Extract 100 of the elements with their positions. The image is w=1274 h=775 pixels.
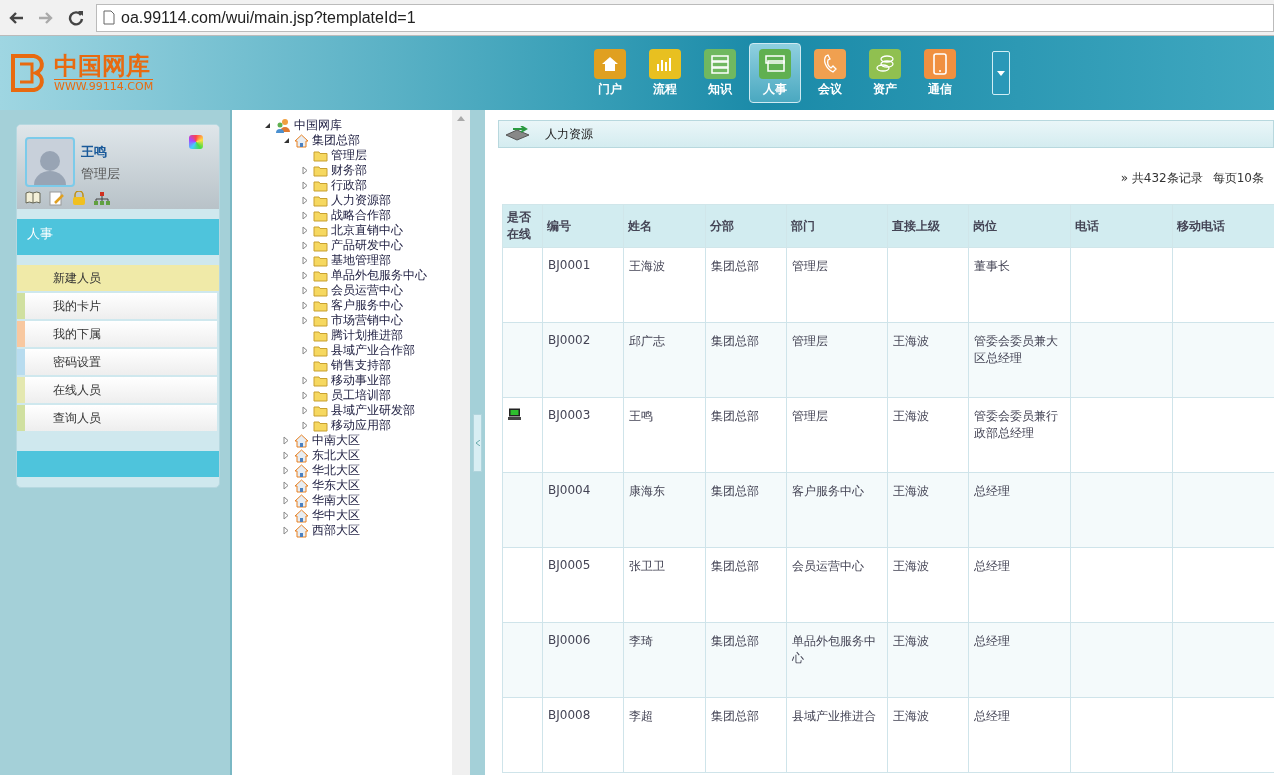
folder-icon xyxy=(313,194,328,207)
tree-node[interactable]: 会员运营中心 xyxy=(331,282,403,299)
tree-node[interactable]: 客户服务中心 xyxy=(331,297,403,314)
tree-node[interactable]: 移动应用部 xyxy=(331,417,391,434)
org-chart-icon[interactable] xyxy=(94,191,110,206)
table-cell: 集团总部 xyxy=(711,634,759,648)
folder-icon xyxy=(313,164,328,177)
edit-icon[interactable] xyxy=(49,191,64,206)
folder-icon xyxy=(313,179,328,192)
table-cell: BJ0003 xyxy=(548,408,591,422)
tree-node[interactable]: 县域产业合作部 xyxy=(331,342,415,359)
folder-icon xyxy=(313,224,328,237)
nav-tab[interactable]: 资产 xyxy=(859,43,911,103)
house-icon xyxy=(294,448,309,463)
sidebar-item[interactable]: 新建人员 xyxy=(17,265,219,291)
tree-node[interactable]: 华中大区 xyxy=(312,507,360,524)
tree-node[interactable]: 华南大区 xyxy=(312,492,360,509)
book-icon[interactable] xyxy=(25,191,41,204)
column-header[interactable]: 移动电话 xyxy=(1172,204,1274,248)
sidebar-item[interactable]: 查询人员 xyxy=(17,405,217,431)
tree-node[interactable]: 集团总部 xyxy=(312,132,360,149)
nav-tab[interactable]: 知识 xyxy=(694,43,746,103)
column-header[interactable]: 姓名 xyxy=(623,204,706,248)
tree-node[interactable]: 人力资源部 xyxy=(331,192,391,209)
column-header[interactable]: 编号 xyxy=(542,204,624,248)
more-button[interactable] xyxy=(992,51,1010,95)
tree-node[interactable]: 东北大区 xyxy=(312,447,360,464)
scrollbar[interactable] xyxy=(452,110,470,775)
tree-node[interactable]: 员工培训部 xyxy=(331,387,391,404)
table-cell: 李琦 xyxy=(629,634,653,648)
scroll-up-icon[interactable] xyxy=(457,116,465,121)
folder-icon xyxy=(313,419,328,432)
table-cell: 单品外包服务中心 xyxy=(792,634,876,665)
theme-color-icon[interactable] xyxy=(189,135,203,149)
table-cell: BJ0008 xyxy=(548,708,591,722)
tree-node[interactable]: 产品研发中心 xyxy=(331,237,403,254)
section-title: 人力资源 xyxy=(545,125,593,143)
tree-node[interactable]: 中国网库 xyxy=(294,117,342,134)
nav-tab[interactable]: 通信 xyxy=(914,43,966,103)
tree-node[interactable]: 单品外包服务中心 xyxy=(331,267,427,284)
expanded-arrow-icon[interactable] xyxy=(282,137,290,144)
table-cell: 李超 xyxy=(629,709,653,723)
tree-node[interactable]: 市场营销中心 xyxy=(331,312,403,329)
tree-node[interactable]: 县域产业研发部 xyxy=(331,402,415,419)
collapsed-arrow-icon[interactable] xyxy=(302,346,308,355)
folder-icon xyxy=(313,314,328,327)
tree-node[interactable]: 西部大区 xyxy=(312,522,360,539)
folder-icon xyxy=(313,374,328,387)
table-cell: 县域产业推进合 xyxy=(792,709,876,723)
table-cell: BJ0001 xyxy=(548,258,591,272)
sidebar-item[interactable]: 我的下属 xyxy=(17,321,217,347)
folder-icon xyxy=(313,209,328,222)
column-header[interactable]: 电话 xyxy=(1070,204,1173,248)
tree-node[interactable]: 腾计划推进部 xyxy=(331,327,403,344)
tree-node[interactable]: 管理层 xyxy=(331,147,367,164)
lock-icon[interactable] xyxy=(72,191,86,206)
table-cell: 王海波 xyxy=(629,259,665,273)
user-role: 管理层 xyxy=(81,165,120,183)
column-header[interactable]: 分部 xyxy=(705,204,787,248)
expanded-arrow-icon[interactable] xyxy=(263,122,271,129)
address-bar[interactable]: oa.99114.com/wui/main.jsp?templateId=1 xyxy=(96,3,1274,32)
table-cell: 管理层 xyxy=(792,259,828,273)
table-cell: 管委会委员兼大区总经理 xyxy=(974,334,1058,365)
cards-icon xyxy=(764,54,786,73)
tree-node[interactable]: 战略合作部 xyxy=(331,207,391,224)
server-icon xyxy=(710,53,730,74)
tree-node[interactable]: 移动事业部 xyxy=(331,372,391,389)
house-icon xyxy=(294,433,309,448)
sidebar-item[interactable]: 密码设置 xyxy=(17,349,217,375)
sidebar-item[interactable]: 我的卡片 xyxy=(17,293,217,319)
tree-node[interactable]: 行政部 xyxy=(331,177,367,194)
column-header[interactable]: 岗位 xyxy=(968,204,1071,248)
table-cell: 集团总部 xyxy=(711,484,759,498)
tree-node[interactable]: 北京直销中心 xyxy=(331,222,403,239)
table-cell: 集团总部 xyxy=(711,259,759,273)
table-cell: 王海波 xyxy=(893,634,929,648)
table-cell: 康海东 xyxy=(629,484,665,498)
tree-node[interactable]: 财务部 xyxy=(331,162,367,179)
tree-node[interactable]: 华东大区 xyxy=(312,477,360,494)
table-cell: 会员运营中心 xyxy=(792,559,864,573)
tree-node[interactable]: 中南大区 xyxy=(312,432,360,449)
record-count: » 共432条记录 xyxy=(1120,170,1203,182)
phone-icon xyxy=(821,53,839,74)
mobile-phone-icon xyxy=(933,52,947,75)
tree-node[interactable]: 销售支持部 xyxy=(331,357,391,374)
sidebar-item[interactable]: 在线人员 xyxy=(17,377,217,403)
logo-subtitle: WWW.99114.COM xyxy=(54,79,154,93)
table-cell: 王海波 xyxy=(893,484,929,498)
collapse-handle[interactable] xyxy=(473,413,482,472)
tree-node[interactable]: 基地管理部 xyxy=(331,252,391,269)
column-header[interactable]: 直接上级 xyxy=(887,204,969,248)
house-icon xyxy=(294,133,309,148)
table-cell: 客户服务中心 xyxy=(792,484,864,498)
tree-node[interactable]: 华北大区 xyxy=(312,462,360,479)
column-header[interactable]: 是否在线 xyxy=(502,204,543,248)
nav-tab[interactable]: 会议 xyxy=(804,43,856,103)
column-header[interactable]: 部门 xyxy=(786,204,888,248)
house-icon xyxy=(294,508,309,523)
url-text: oa.99114.com/wui/main.jsp?templateId=1 xyxy=(121,8,416,27)
folder-icon xyxy=(313,404,328,417)
